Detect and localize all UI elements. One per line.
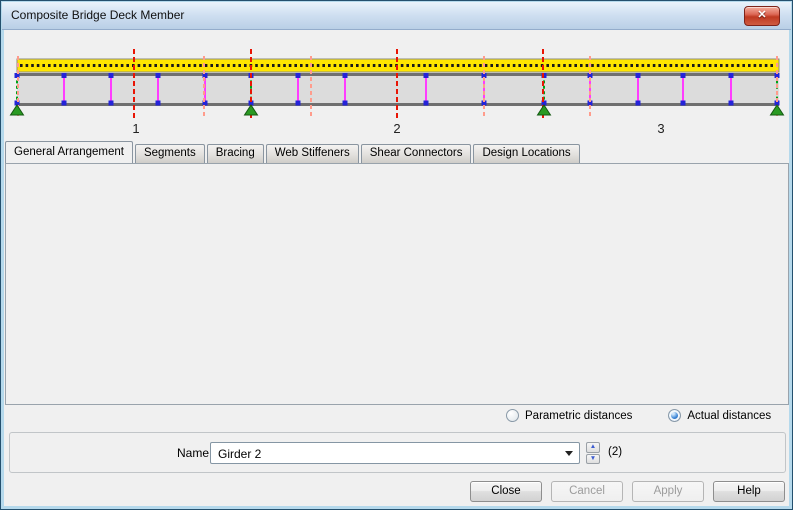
radio-actual-distances[interactable]: Actual distances: [668, 409, 771, 422]
tab-segments[interactable]: Segments: [135, 144, 205, 163]
node-marker: [156, 73, 161, 78]
radio-label: Actual distances: [687, 410, 771, 422]
node-marker: [681, 101, 686, 106]
apply-button: Apply: [632, 481, 704, 502]
name-count-badge: (2): [608, 446, 622, 458]
dialog-footer-buttons: Close Cancel Apply Help: [470, 481, 785, 502]
radio-button-icon[interactable]: [668, 409, 681, 422]
node-marker: [636, 73, 641, 78]
name-label: Name: [177, 446, 209, 460]
general-arrangement-tab-page: [5, 163, 789, 405]
node-marker: [343, 101, 348, 106]
node-marker: [681, 73, 686, 78]
span-label: 3: [657, 121, 664, 136]
stepper-down-icon[interactable]: ▼: [586, 454, 600, 465]
tab-bracing[interactable]: Bracing: [207, 144, 264, 163]
radio-label: Parametric distances: [525, 410, 632, 422]
support-icon: [771, 105, 784, 115]
node-marker: [343, 73, 348, 78]
stepper-up-icon[interactable]: ▲: [586, 442, 600, 453]
support-icon: [11, 105, 24, 115]
close-button[interactable]: Close: [470, 481, 542, 502]
chevron-down-icon: [565, 451, 573, 456]
bridge-elevation-svg: 1 2 3: [1, 29, 793, 141]
node-marker: [62, 101, 67, 106]
window-title: Composite Bridge Deck Member: [11, 8, 184, 22]
node-marker: [729, 73, 734, 78]
tab-strip: General ArrangementSegmentsBracingWeb St…: [5, 142, 582, 163]
bridge-elevation-diagram: 1 2 3: [1, 29, 793, 141]
node-marker: [109, 101, 114, 106]
node-marker: [296, 73, 301, 78]
name-index-stepper: ▲ ▼: [586, 442, 600, 464]
support-icon: [538, 105, 551, 115]
title-bar[interactable]: Composite Bridge Deck Member ✕: [2, 2, 791, 30]
name-value: Girder 2: [218, 447, 261, 461]
tab-general-arrangement[interactable]: General Arrangement: [5, 141, 133, 163]
radio-parametric-distances[interactable]: Parametric distances: [506, 409, 632, 422]
radio-button-icon[interactable]: [506, 409, 519, 422]
node-marker: [424, 73, 429, 78]
support-icon: [245, 105, 258, 115]
span-label: 1: [132, 121, 139, 136]
close-icon[interactable]: ✕: [744, 6, 780, 26]
tab-shear-connectors[interactable]: Shear Connectors: [361, 144, 472, 163]
name-combobox[interactable]: Girder 2: [210, 442, 580, 464]
node-marker: [729, 101, 734, 106]
distance-mode-radios: Parametric distances Actual distances: [506, 409, 771, 422]
node-marker: [156, 101, 161, 106]
node-marker: [109, 73, 114, 78]
span-label: 2: [393, 121, 400, 136]
node-marker: [636, 101, 641, 106]
node-marker: [62, 73, 67, 78]
composite-bridge-deck-member-dialog: Composite Bridge Deck Member ✕ 1 2 3 Gener…: [0, 0, 793, 510]
tab-web-stiffeners[interactable]: Web Stiffeners: [266, 144, 359, 163]
tab-design-locations[interactable]: Design Locations: [473, 144, 579, 163]
node-marker: [296, 101, 301, 106]
cancel-button: Cancel: [551, 481, 623, 502]
help-button[interactable]: Help: [713, 481, 785, 502]
node-marker: [424, 101, 429, 106]
name-groupbox: Name Girder 2 ▲ ▼ (2): [9, 432, 786, 473]
